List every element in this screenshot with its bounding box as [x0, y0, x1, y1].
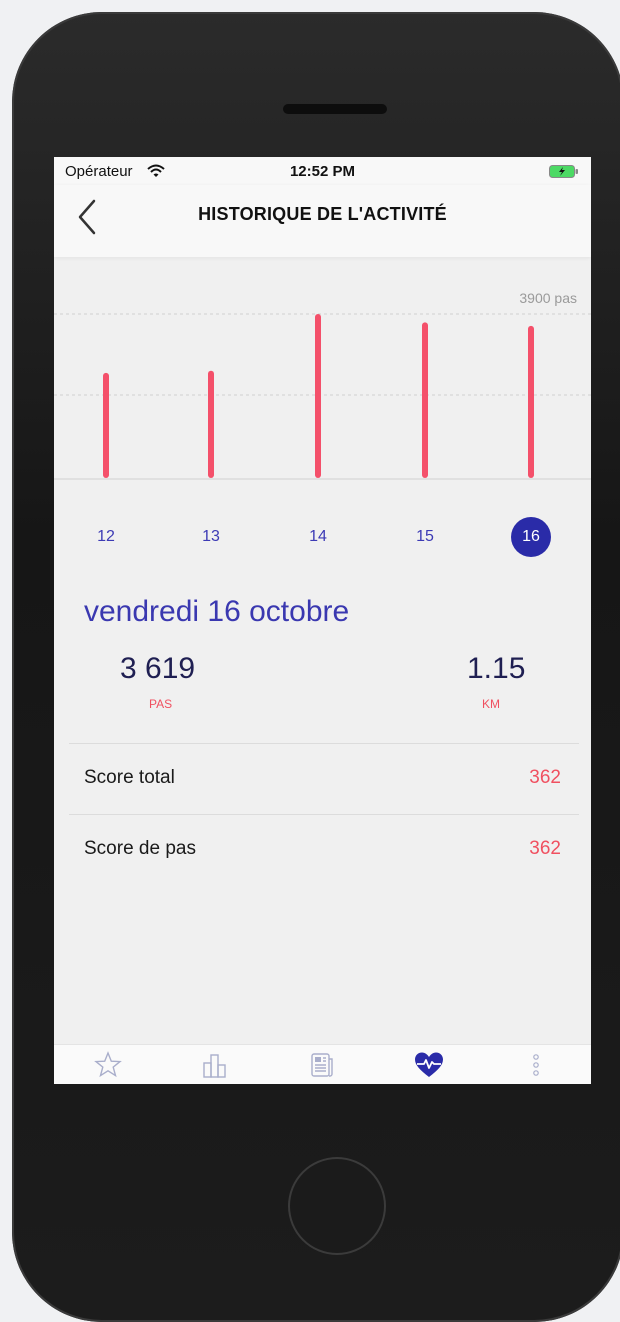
heart-pulse-icon	[414, 1052, 443, 1077]
status-bar: Opérateur 12:52 PM	[54, 157, 591, 185]
chart-bar-12[interactable]	[103, 372, 109, 478]
chart-bar-13[interactable]	[208, 370, 214, 478]
page-title: HISTORIQUE DE L'ACTIVITÉ	[198, 204, 447, 224]
score-value: 362	[529, 767, 561, 788]
activity-chart: 3900 pas	[54, 257, 591, 482]
tab-more[interactable]	[482, 1045, 589, 1084]
status-time: 12:52 PM	[289, 163, 356, 180]
day-15[interactable]: 15	[405, 517, 445, 557]
home-button[interactable]	[288, 1157, 386, 1255]
score-label: Score de pas	[84, 838, 196, 859]
speaker-grille	[283, 104, 387, 114]
navigation-bar: HISTORIQUE DE L'ACTIVITÉ	[54, 185, 591, 257]
day-16[interactable]: 16	[511, 517, 551, 557]
tab-news[interactable]	[268, 1045, 375, 1084]
battery-icon	[549, 165, 578, 178]
chart-bar-16[interactable]	[528, 325, 534, 478]
day-13[interactable]: 13	[191, 517, 231, 557]
bar-chart-icon	[202, 1054, 226, 1078]
app-screen: Opérateur 12:52 PM HISTORIQUE DE L'ACTIV…	[54, 157, 591, 1084]
score-value: 362	[529, 838, 561, 859]
steps-unit: PAS	[149, 697, 173, 711]
tab-favorites[interactable]	[54, 1045, 161, 1084]
tab-activity[interactable]	[375, 1045, 482, 1084]
score-label: Score total	[84, 767, 175, 788]
steps-value: 3 619	[120, 652, 196, 685]
day-14[interactable]: 14	[298, 517, 338, 557]
tab-bar	[54, 1044, 591, 1084]
star-icon	[93, 1051, 122, 1078]
day-selector: 12 13 14 15 16	[54, 517, 591, 561]
distance-value: 1.15	[467, 652, 526, 685]
score-row-steps: Score de pas 362	[54, 814, 591, 884]
selected-date: vendredi 16 octobre	[84, 595, 350, 628]
day-12[interactable]: 12	[86, 517, 126, 557]
chart-bar-15[interactable]	[422, 322, 428, 478]
tab-ranking[interactable]	[161, 1045, 268, 1084]
score-row-total: Score total 362	[54, 743, 591, 813]
news-icon	[310, 1053, 333, 1077]
distance-unit: KM	[482, 697, 500, 711]
chart-bar-14[interactable]	[315, 314, 321, 478]
chart-max-label: 3900 pas	[519, 290, 577, 306]
more-vertical-icon	[532, 1054, 539, 1076]
bar-chart	[54, 313, 591, 480]
